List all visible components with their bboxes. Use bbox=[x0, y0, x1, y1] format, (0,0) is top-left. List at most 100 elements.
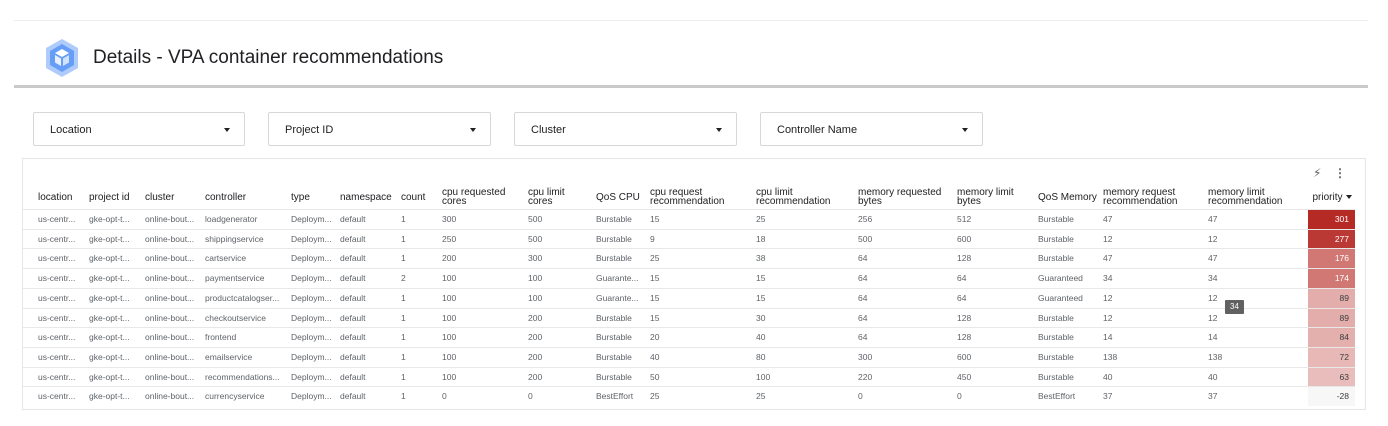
column-header[interactable]: cpu limit cores bbox=[528, 185, 588, 209]
table-row[interactable]: us-centr... gke-opt-t... online-bout... pro… bbox=[23, 287, 1355, 308]
table-cell: 40 bbox=[1103, 371, 1113, 382]
table-cell: 128 bbox=[957, 312, 972, 323]
table-cell: gke-opt-t... bbox=[89, 332, 130, 343]
table-cell: 500 bbox=[528, 233, 543, 244]
cluster-filter[interactable]: Cluster bbox=[514, 112, 737, 146]
column-header[interactable]: memory limit recommendation bbox=[1208, 185, 1306, 209]
table-row[interactable]: us-centr... gke-opt-t... online-bout... pay… bbox=[23, 268, 1355, 289]
column-header-label: count bbox=[401, 191, 426, 203]
table-cell: 100 bbox=[442, 332, 457, 343]
table-cell: productcatalogser... bbox=[205, 292, 280, 303]
table-row[interactable]: us-centr... gke-opt-t... online-bout... ema… bbox=[23, 346, 1355, 367]
table-cell: 300 bbox=[442, 214, 457, 224]
table-cell: online-bout... bbox=[145, 312, 195, 323]
table-cell: 64 bbox=[858, 292, 868, 303]
column-header[interactable]: memory limit bytes bbox=[957, 185, 1027, 209]
table-cell: 64 bbox=[858, 332, 868, 343]
table-cell: Guaranteed bbox=[1038, 273, 1083, 284]
table-cell: 25 bbox=[650, 253, 660, 264]
table-cell: emailservice bbox=[205, 351, 253, 362]
table-cell: 34 bbox=[1208, 273, 1218, 284]
table-row[interactable]: us-centr... gke-opt-t... online-bout... che… bbox=[23, 307, 1355, 328]
table-cell: 100 bbox=[442, 371, 457, 382]
table-cell: online-bout... bbox=[145, 371, 195, 382]
column-header[interactable]: memory requested bytes bbox=[858, 185, 953, 209]
table-cell: us-centr... bbox=[38, 233, 76, 244]
table-cell: 300 bbox=[858, 351, 873, 362]
column-header-label: memory request recommendation bbox=[1103, 187, 1178, 207]
table-cell: Burstable bbox=[596, 233, 632, 244]
table-cell: default bbox=[340, 214, 366, 224]
table-cell: Burstable bbox=[596, 253, 632, 264]
table-row[interactable]: us-centr... gke-opt-t... online-bout... car… bbox=[23, 248, 1355, 269]
column-header[interactable]: priority bbox=[1308, 185, 1356, 209]
column-header-label: QoS Memory bbox=[1038, 191, 1097, 203]
project-id-filter[interactable]: Project ID bbox=[268, 112, 491, 146]
table-cell: Deploym... bbox=[291, 332, 332, 343]
column-header[interactable]: count bbox=[401, 185, 439, 209]
column-header[interactable]: cpu request recommendation bbox=[650, 185, 750, 209]
table-cell: shippingservice bbox=[205, 233, 264, 244]
table-cell: us-centr... bbox=[38, 332, 76, 343]
column-header[interactable]: project id bbox=[89, 185, 143, 209]
column-header[interactable]: memory request recommendation bbox=[1103, 185, 1203, 209]
table-cell: 128 bbox=[957, 332, 972, 343]
table-cell: 38 bbox=[756, 253, 766, 264]
table-cell: default bbox=[340, 351, 366, 362]
table-cell: currencyservice bbox=[205, 391, 265, 402]
table-cell: online-bout... bbox=[145, 273, 195, 284]
table-row[interactable]: us-centr... gke-opt-t... online-bout... rec… bbox=[23, 366, 1355, 387]
priority-cell: 277 bbox=[1308, 229, 1355, 249]
table-cell: default bbox=[340, 391, 366, 402]
table-cell: Burstable bbox=[1038, 351, 1074, 362]
table-cell: Burstable bbox=[596, 214, 632, 224]
table-cell: 50 bbox=[650, 371, 660, 382]
priority-cell: 89 bbox=[1308, 308, 1355, 328]
priority-cell: -28 bbox=[1308, 387, 1355, 407]
table-cell: 200 bbox=[528, 371, 543, 382]
table-cell: 15 bbox=[756, 292, 766, 303]
more-vert-icon[interactable]: ⋮ bbox=[1334, 166, 1346, 180]
table-cell: 512 bbox=[957, 214, 972, 224]
table-cell: 0 bbox=[528, 391, 533, 402]
table-cell: 47 bbox=[1103, 214, 1113, 224]
column-header[interactable]: cpu requested cores bbox=[442, 185, 522, 209]
table-cell: 1 bbox=[401, 233, 406, 244]
column-header[interactable]: cluster bbox=[145, 185, 203, 209]
table-cell: Deploym... bbox=[291, 351, 332, 362]
table-cell: 100 bbox=[442, 312, 457, 323]
location-filter[interactable]: Location bbox=[33, 112, 245, 146]
column-header[interactable]: location bbox=[38, 185, 86, 209]
bolt-icon[interactable]: ⚡︎ bbox=[1313, 166, 1321, 180]
column-header-label: namespace bbox=[340, 191, 392, 203]
recommendations-table: ⚡︎ ⋮ location project id cluster controller… bbox=[22, 158, 1366, 410]
column-header[interactable]: QoS CPU bbox=[596, 185, 650, 209]
table-cell: 12 bbox=[1103, 312, 1113, 323]
location-filter-label: Location bbox=[50, 124, 92, 136]
column-header[interactable]: QoS Memory bbox=[1038, 185, 1098, 209]
table-cell: online-bout... bbox=[145, 233, 195, 244]
table-row[interactable]: us-centr... gke-opt-t... online-bout... loa… bbox=[23, 209, 1355, 229]
table-cell: online-bout... bbox=[145, 351, 195, 362]
table-cell: BestEffort bbox=[596, 391, 634, 402]
controller-name-filter[interactable]: Controller Name bbox=[760, 112, 983, 146]
table-cell: us-centr... bbox=[38, 292, 76, 303]
table-cell: 47 bbox=[1208, 214, 1218, 224]
column-header[interactable]: cpu limit recommendation bbox=[756, 185, 854, 209]
table-cell: Deploym... bbox=[291, 292, 332, 303]
column-header[interactable]: controller bbox=[205, 185, 289, 209]
table-row[interactable]: us-centr... gke-opt-t... online-bout... fro… bbox=[23, 327, 1355, 348]
table-row[interactable]: us-centr... gke-opt-t... online-bout... cur… bbox=[23, 386, 1355, 407]
table-row[interactable]: us-centr... gke-opt-t... online-bout... shi… bbox=[23, 228, 1355, 249]
column-header[interactable]: type bbox=[291, 185, 338, 209]
table-cell: default bbox=[340, 371, 366, 382]
table-cell: 64 bbox=[957, 292, 967, 303]
table-cell: Burstable bbox=[596, 332, 632, 343]
table-cell: gke-opt-t... bbox=[89, 253, 130, 264]
table-cell: online-bout... bbox=[145, 391, 195, 402]
table-cell: 20 bbox=[650, 332, 660, 343]
column-header-label: memory requested bytes bbox=[858, 187, 942, 207]
table-cell: 25 bbox=[756, 214, 766, 224]
column-header[interactable]: namespace bbox=[340, 185, 392, 209]
table-cell: Burstable bbox=[596, 371, 632, 382]
